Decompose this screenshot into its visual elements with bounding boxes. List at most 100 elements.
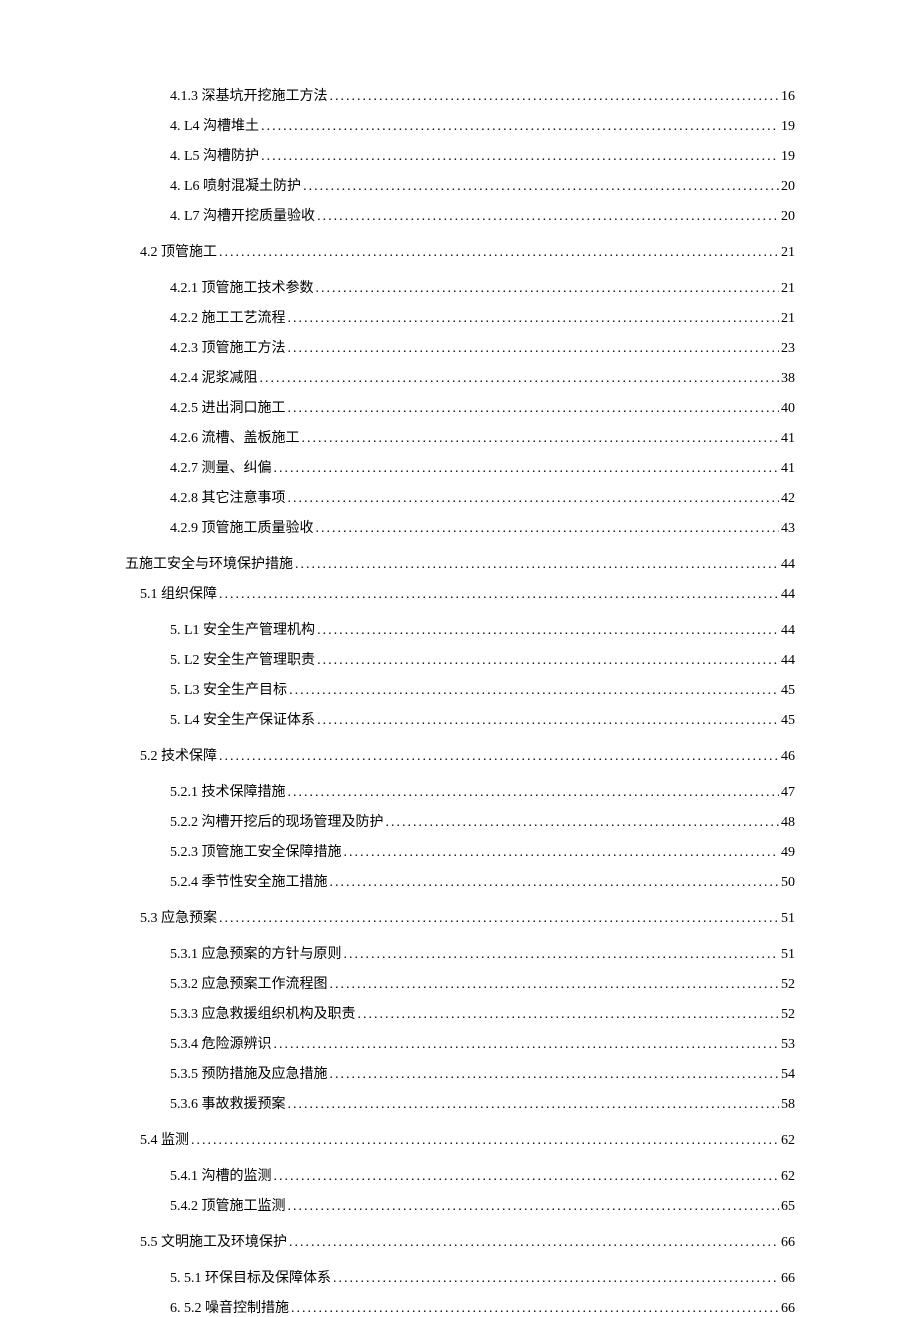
toc-entry: 5.3.5 预防措施及应急措施 54 bbox=[125, 1063, 795, 1083]
toc-label: 5.2.3 顶管施工安全保障措施 bbox=[170, 841, 342, 861]
toc-page-number: 44 bbox=[781, 623, 795, 639]
toc-leader-dots bbox=[219, 245, 779, 261]
toc-entry: 5. L2 安全生产管理职责44 bbox=[125, 649, 795, 669]
toc-page-number: 53 bbox=[781, 1037, 795, 1053]
toc-entry: 5.2.3 顶管施工安全保障措施 49 bbox=[125, 841, 795, 861]
toc-entry: 5.2.2 沟槽开挖后的现场管理及防护48 bbox=[125, 811, 795, 831]
toc-page-number: 58 bbox=[781, 1097, 795, 1113]
toc-leader-dots bbox=[288, 785, 780, 801]
toc-entry: 4.1.3 深基坑开挖施工方法 16 bbox=[125, 85, 795, 105]
toc-label: 4. L4 沟槽堆土 bbox=[170, 115, 259, 135]
toc-page-number: 49 bbox=[781, 845, 795, 861]
toc-label: 5.1 组织保障 bbox=[140, 583, 217, 603]
toc-leader-dots bbox=[344, 947, 780, 963]
toc-label: 5.3.2 应急预案工作流程图 bbox=[170, 973, 328, 993]
toc-page-number: 51 bbox=[781, 911, 795, 927]
toc-entry: 5.3.4 危险源辨识 53 bbox=[125, 1033, 795, 1053]
toc-entry: 5.3.2 应急预案工作流程图52 bbox=[125, 973, 795, 993]
toc-entry: 5. L3 安全生产目标45 bbox=[125, 679, 795, 699]
toc-label: 5. L1 安全生产管理机构 bbox=[170, 619, 315, 639]
toc-leader-dots bbox=[288, 1199, 780, 1215]
toc-page-number: 41 bbox=[781, 431, 795, 447]
toc-label: 5. L4 安全生产保证体系 bbox=[170, 709, 315, 729]
toc-entry: 6. 5.2 噪音控制措施66 bbox=[125, 1297, 795, 1317]
toc-leader-dots bbox=[317, 209, 779, 225]
toc-entry: 4. L5 沟槽防护19 bbox=[125, 145, 795, 165]
toc-page-number: 54 bbox=[781, 1067, 795, 1083]
toc-entry: 4.2.8 其它注意事项 42 bbox=[125, 487, 795, 507]
toc-label: 五施工安全与环境保护措施 bbox=[125, 553, 293, 573]
toc-entry: 4.2.6 流槽、盖板施工41 bbox=[125, 427, 795, 447]
toc-label: 5.3.6 事故救援预案 bbox=[170, 1093, 286, 1113]
toc-label: 4.2.3 顶管施工方法 bbox=[170, 337, 286, 357]
toc-entry: 5.4.1 沟槽的监测62 bbox=[125, 1165, 795, 1185]
toc-entry: 5.3.3 应急救援组织机构及职责 52 bbox=[125, 1003, 795, 1023]
toc-page-number: 43 bbox=[781, 521, 795, 537]
toc-entry: 5.4.2 顶管施工监测65 bbox=[125, 1195, 795, 1215]
toc-leader-dots bbox=[330, 977, 780, 993]
toc-label: 5.2 技术保障 bbox=[140, 745, 217, 765]
toc-page-number: 44 bbox=[781, 587, 795, 603]
toc-leader-dots bbox=[316, 281, 780, 297]
toc-page-number: 42 bbox=[781, 491, 795, 507]
toc-leader-dots bbox=[317, 623, 779, 639]
toc-label: 5.2.2 沟槽开挖后的现场管理及防护 bbox=[170, 811, 384, 831]
toc-page-number: 44 bbox=[781, 557, 795, 573]
toc-page-number: 45 bbox=[781, 683, 795, 699]
toc-label: 5.3.4 危险源辨识 bbox=[170, 1033, 272, 1053]
toc-label: 4.2.9 顶管施工质量验收 bbox=[170, 517, 314, 537]
toc-label: 5.4 监测 bbox=[140, 1129, 189, 1149]
toc-label: 4.2.2 施工工艺流程 bbox=[170, 307, 286, 327]
toc-leader-dots bbox=[358, 1007, 780, 1023]
toc-page-number: 38 bbox=[781, 371, 795, 387]
toc-page-number: 66 bbox=[781, 1235, 795, 1251]
toc-label: 4. L6 喷射混凝土防护 bbox=[170, 175, 301, 195]
toc-page-number: 40 bbox=[781, 401, 795, 417]
toc-label: 4.2.8 其它注意事项 bbox=[170, 487, 286, 507]
toc-leader-dots bbox=[274, 1037, 780, 1053]
toc-label: 4.2.4 泥浆减阻 bbox=[170, 367, 258, 387]
toc-entry: 4.2.9 顶管施工质量验收 43 bbox=[125, 517, 795, 537]
toc-leader-dots bbox=[333, 1271, 779, 1287]
toc-page-number: 51 bbox=[781, 947, 795, 963]
toc-leader-dots bbox=[316, 521, 780, 537]
toc-entry: 4.2.2 施工工艺流程21 bbox=[125, 307, 795, 327]
toc-page-number: 62 bbox=[781, 1169, 795, 1185]
toc-leader-dots bbox=[289, 1235, 779, 1251]
toc-entry: 4.2.7 测量、纠偏41 bbox=[125, 457, 795, 477]
toc-entry: 5. 5.1 环保目标及保障体系66 bbox=[125, 1267, 795, 1287]
toc-page-number: 20 bbox=[781, 179, 795, 195]
toc-label: 5.3.3 应急救援组织机构及职责 bbox=[170, 1003, 356, 1023]
toc-page-number: 50 bbox=[781, 875, 795, 891]
toc-page-number: 62 bbox=[781, 1133, 795, 1149]
toc-page-number: 23 bbox=[781, 341, 795, 357]
toc-label: 4. L7 沟槽开挖质量验收 bbox=[170, 205, 315, 225]
toc-entry: 4.2.3 顶管施工方法 23 bbox=[125, 337, 795, 357]
toc-label: 5.3.5 预防措施及应急措施 bbox=[170, 1063, 328, 1083]
toc-entry: 5. L1 安全生产管理机构 44 bbox=[125, 619, 795, 639]
toc-entry: 5.2 技术保障 46 bbox=[125, 745, 795, 765]
toc-leader-dots bbox=[219, 911, 779, 927]
toc-label: 5. L2 安全生产管理职责 bbox=[170, 649, 315, 669]
toc-label: 4.1.3 深基坑开挖施工方法 bbox=[170, 85, 328, 105]
toc-entry: 5. L4 安全生产保证体系45 bbox=[125, 709, 795, 729]
toc-leader-dots bbox=[317, 653, 779, 669]
toc-page-number: 52 bbox=[781, 1007, 795, 1023]
toc-page-number: 16 bbox=[781, 89, 795, 105]
toc-label: 4.2 顶管施工 bbox=[140, 241, 217, 261]
toc-entry: 4.2.5 进出洞口施工 40 bbox=[125, 397, 795, 417]
toc-label: 5.5 文明施工及环境保护 bbox=[140, 1231, 287, 1251]
toc-label: 4.2.5 进出洞口施工 bbox=[170, 397, 286, 417]
toc-leader-dots bbox=[260, 371, 780, 387]
toc-page-number: 19 bbox=[781, 119, 795, 135]
toc-leader-dots bbox=[344, 845, 780, 861]
toc-label: 5.3 应急预案 bbox=[140, 907, 217, 927]
toc-label: 5.2.4 季节性安全施工措施 bbox=[170, 871, 328, 891]
toc-page-number: 46 bbox=[781, 749, 795, 765]
toc-leader-dots bbox=[261, 119, 779, 135]
toc-leader-dots bbox=[303, 179, 779, 195]
toc-leader-dots bbox=[288, 401, 780, 417]
toc-page-number: 21 bbox=[781, 245, 795, 261]
toc-leader-dots bbox=[317, 713, 779, 729]
toc-entry: 5.3 应急预案 51 bbox=[125, 907, 795, 927]
